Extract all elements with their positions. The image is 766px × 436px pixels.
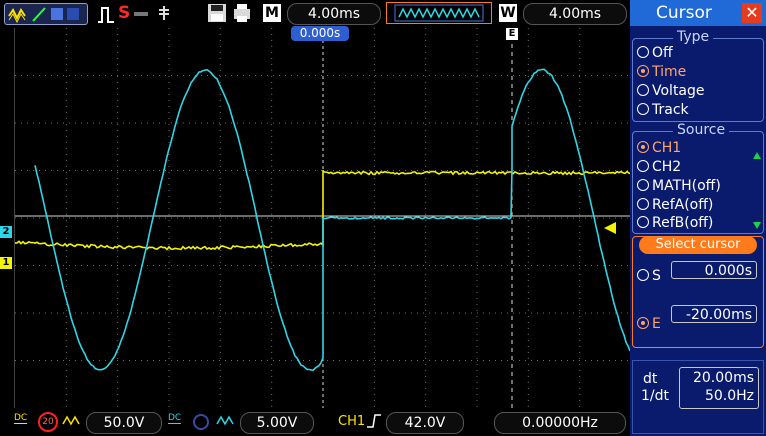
source-option-ch1[interactable]: CH1 xyxy=(637,140,681,156)
ch1-bandwidth-limit[interactable]: 20 xyxy=(38,412,58,432)
radio-selected-icon xyxy=(637,317,649,329)
ch1-coupling[interactable]: DC xyxy=(14,414,27,424)
ch1-scale[interactable]: 50.0V xyxy=(86,412,162,434)
readout-values-box: 20.00ms 50.0Hz xyxy=(679,367,759,409)
radio-icon xyxy=(637,46,649,58)
waveform-overview[interactable] xyxy=(386,2,492,24)
ch2-coupling[interactable]: DC xyxy=(168,414,181,424)
cursor-readout: dt 1/dt 20.00ms 50.0Hz xyxy=(632,360,764,434)
source-option-refb[interactable]: RefB(off) xyxy=(637,215,713,231)
source-option-refa[interactable]: RefA(off) xyxy=(637,197,713,213)
ch2-ground-marker[interactable]: 2 xyxy=(0,226,12,238)
window-timebase-value[interactable]: 4.00ms xyxy=(523,3,627,25)
usb-plug-icon xyxy=(155,4,173,22)
waveform-display[interactable]: 0.000s E xyxy=(14,28,631,408)
dt-label: dt xyxy=(643,371,657,387)
radio-selected-icon xyxy=(637,65,649,77)
radio-selected-icon xyxy=(637,141,649,153)
ch2-bandwidth-icon xyxy=(192,413,210,431)
source-option-ch2-label: CH2 xyxy=(652,159,681,175)
type-option-voltage-label: Voltage xyxy=(652,83,705,99)
trigger-frequency: 0.00000Hz xyxy=(494,412,626,434)
cursor-e-value[interactable]: -20.00ms xyxy=(671,305,757,323)
type-option-track-label: Track xyxy=(652,102,689,118)
cursor-s-value[interactable]: 0.000s xyxy=(671,261,757,279)
scroll-down-icon[interactable] xyxy=(753,222,761,229)
source-option-refb-label: RefB(off) xyxy=(652,215,713,231)
select-cursor-button[interactable]: Select cursor xyxy=(639,236,757,254)
radio-icon xyxy=(637,269,649,281)
radio-icon xyxy=(637,160,649,172)
radio-icon xyxy=(637,216,649,228)
radio-icon xyxy=(637,103,649,115)
main-timebase-value[interactable]: 4.00ms xyxy=(287,3,381,25)
radio-icon xyxy=(637,84,649,96)
type-group-label: Type xyxy=(673,29,713,45)
trigger-time-marker[interactable]: 0.000s xyxy=(291,26,349,41)
printer-icon[interactable] xyxy=(232,3,252,23)
trigger-level[interactable]: 42.0V xyxy=(386,412,464,434)
source-group-label: Source xyxy=(673,122,729,138)
cursor-s-label: S xyxy=(652,268,661,284)
mode-icons-group xyxy=(4,3,88,25)
cursor-menu-panel: Cursor ✕ Type Off Time Voltage Track Sou… xyxy=(630,0,766,436)
usb-icon xyxy=(134,8,150,20)
rising-edge-icon xyxy=(366,413,382,429)
cursor-menu-title-text: Cursor xyxy=(656,0,712,26)
bottom-status-bar: DC 20 50.0V DC 5.00V CH1 42.0V 0.00000Hz xyxy=(0,408,630,436)
save-icon[interactable] xyxy=(207,3,227,23)
source-option-math[interactable]: MATH(off) xyxy=(637,178,721,194)
ch1-ground-marker[interactable]: 1 xyxy=(0,257,12,269)
trigger-level-marker[interactable] xyxy=(604,222,616,234)
close-icon[interactable]: ✕ xyxy=(742,3,762,23)
type-option-off-label: Off xyxy=(652,45,673,61)
ch2-scale[interactable]: 5.00V xyxy=(240,412,314,434)
type-group: Type Off Time Voltage Track xyxy=(632,38,764,122)
ch1-invert-icon xyxy=(62,414,80,428)
cursor-s-option[interactable]: S xyxy=(637,268,661,284)
type-option-off[interactable]: Off xyxy=(637,45,673,61)
cursor-e-label: E xyxy=(652,316,661,332)
window-timebase-badge: W xyxy=(499,4,517,22)
waveform-graticule xyxy=(15,28,631,408)
type-option-time[interactable]: Time xyxy=(637,64,686,80)
source-option-ch1-label: CH1 xyxy=(652,140,681,156)
overview-waveform-icon xyxy=(387,3,491,23)
source-option-refa-label: RefA(off) xyxy=(652,197,713,213)
source-group: Source CH1 CH2 MATH(off) RefA(off) RefB(… xyxy=(632,131,764,234)
radio-icon xyxy=(637,179,649,191)
ch2-waveform xyxy=(35,69,630,370)
type-option-voltage[interactable]: Voltage xyxy=(637,83,705,99)
cursor-e-option[interactable]: E xyxy=(637,316,661,332)
dt-value: 20.00ms xyxy=(693,370,754,386)
type-option-time-label: Time xyxy=(652,64,686,80)
top-status-bar: S M 4.00ms W 4.00ms xyxy=(0,0,630,28)
radio-icon xyxy=(637,198,649,210)
select-cursor-group: Select cursor S 0.000s E -20.00ms xyxy=(632,236,764,348)
main-timebase-badge: M xyxy=(263,4,281,22)
cursor-menu-title: Cursor ✕ xyxy=(630,0,766,26)
source-option-ch2[interactable]: CH2 xyxy=(637,159,681,175)
inv-dt-label: 1/dt xyxy=(641,388,669,404)
source-option-math-label: MATH(off) xyxy=(652,178,721,194)
scroll-up-icon[interactable] xyxy=(753,152,761,159)
inv-dt-value: 50.0Hz xyxy=(705,388,754,404)
waveform-mode-icons xyxy=(5,4,87,24)
type-option-track[interactable]: Track xyxy=(637,102,689,118)
cursor-e-marker[interactable]: E xyxy=(506,28,518,40)
stop-indicator[interactable]: S xyxy=(118,3,130,23)
ch2-invert-icon xyxy=(216,414,234,428)
trigger-source[interactable]: CH1 xyxy=(338,414,365,429)
